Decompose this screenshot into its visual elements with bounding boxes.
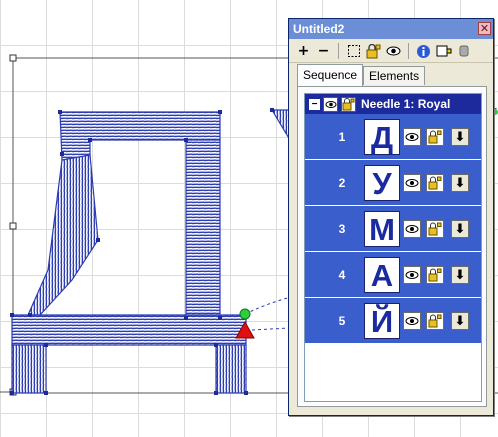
move-down-button[interactable]: ⬇ — [451, 266, 469, 284]
row-letter-thumbnail[interactable]: М — [364, 211, 400, 247]
lock-icon[interactable] — [426, 266, 444, 284]
eye-icon[interactable] — [385, 43, 402, 60]
lock-icon[interactable] — [426, 312, 444, 330]
lock-icon[interactable] — [426, 174, 444, 192]
select-box-icon[interactable] — [345, 43, 362, 60]
eye-icon[interactable] — [403, 128, 421, 146]
sequence-panel: − Needle 1: Royal 1 Д ⬇ 2 У ⬇ 3 М ⬇ 4 А … — [297, 86, 487, 407]
add-button[interactable]: + — [295, 43, 312, 60]
eye-icon[interactable] — [403, 266, 421, 284]
toolbar-separator — [338, 43, 339, 59]
row-letter-thumbnail[interactable]: Й — [364, 303, 400, 339]
sequence-list[interactable]: − Needle 1: Royal 1 Д ⬇ 2 У ⬇ 3 М ⬇ 4 А … — [304, 93, 482, 402]
palette-title: Untitled2 — [293, 22, 345, 36]
row-letter-thumbnail[interactable]: Д — [364, 119, 400, 155]
palette-title-bar[interactable]: Untitled2 ✕ — [289, 19, 493, 39]
move-down-button[interactable]: ⬇ — [451, 220, 469, 238]
row-number: 1 — [338, 130, 346, 144]
sequence-row[interactable]: 3 М ⬇ — [305, 206, 481, 252]
eye-icon[interactable] — [323, 96, 338, 112]
sequence-palette[interactable]: Untitled2 ✕ + − Sequence Elements − Need… — [288, 18, 494, 416]
palette-tabs: Sequence Elements — [297, 64, 426, 86]
eye-icon[interactable] — [403, 174, 421, 192]
more-icon[interactable] — [455, 43, 472, 60]
info-icon[interactable] — [415, 43, 432, 60]
needle-label: Needle 1: Royal — [361, 97, 451, 111]
start-point-marker[interactable] — [239, 308, 251, 320]
toolbar-separator — [408, 43, 409, 59]
row-number: 3 — [338, 222, 346, 236]
lock-icon[interactable] — [426, 128, 444, 146]
row-number: 4 — [338, 268, 346, 282]
remove-button[interactable]: − — [315, 43, 332, 60]
lock-icon[interactable] — [426, 220, 444, 238]
row-number: 2 — [338, 176, 346, 190]
selection-handle[interactable] — [9, 54, 17, 62]
close-button[interactable]: ✕ — [478, 22, 491, 35]
palette-toolbar: + − — [289, 40, 493, 63]
color-swatch-icon[interactable] — [435, 43, 452, 60]
sequence-row[interactable]: 5 Й ⬇ — [305, 298, 481, 344]
eye-icon[interactable] — [403, 312, 421, 330]
sequence-row[interactable]: 4 А ⬇ — [305, 252, 481, 298]
move-down-button[interactable]: ⬇ — [451, 312, 469, 330]
row-number: 5 — [338, 314, 346, 328]
eye-icon[interactable] — [403, 220, 421, 238]
travel-path — [251, 327, 291, 331]
row-letter-thumbnail[interactable]: У — [364, 165, 400, 201]
lock-icon[interactable] — [341, 96, 356, 112]
selection-handle[interactable] — [9, 222, 17, 230]
sequence-row[interactable]: 1 Д ⬇ — [305, 114, 481, 160]
letter-de-stitches[interactable] — [10, 110, 248, 395]
needle-header[interactable]: − Needle 1: Royal — [305, 94, 481, 114]
row-letter-thumbnail[interactable]: А — [364, 257, 400, 293]
lock-icon[interactable] — [365, 43, 382, 60]
move-down-button[interactable]: ⬇ — [451, 128, 469, 146]
sequence-row[interactable]: 2 У ⬇ — [305, 160, 481, 206]
move-down-button[interactable]: ⬇ — [451, 174, 469, 192]
letter-u-stitches[interactable] — [270, 108, 291, 143]
tab-sequence[interactable]: Sequence — [297, 64, 364, 86]
tab-elements[interactable]: Elements — [363, 66, 426, 85]
collapse-toggle[interactable]: − — [309, 98, 320, 110]
